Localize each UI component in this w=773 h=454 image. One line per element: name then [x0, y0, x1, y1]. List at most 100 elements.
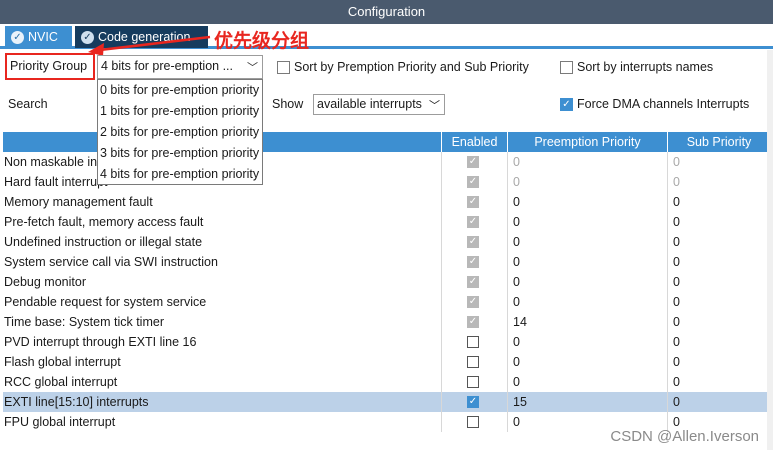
sub-priority[interactable]: 0: [668, 152, 771, 172]
interrupt-name: Undefined instruction or illegal state: [3, 232, 442, 252]
preemption-priority[interactable]: 0: [508, 232, 668, 252]
interrupt-name: Memory management fault: [3, 192, 442, 212]
search-label: Search: [8, 97, 48, 111]
tab-code-generation[interactable]: ✓ Code generation: [75, 26, 208, 48]
enabled-checkbox[interactable]: ✓: [467, 276, 479, 288]
chevron-down-icon: ﹀: [429, 100, 440, 112]
preemption-priority[interactable]: 0: [508, 332, 668, 352]
enabled-checkbox[interactable]: ✓: [467, 236, 479, 248]
interrupt-name: FPU global interrupt: [3, 412, 442, 432]
enabled-checkbox[interactable]: ✓: [467, 316, 479, 328]
sub-priority[interactable]: 0: [668, 272, 771, 292]
force-dma-label: Force DMA channels Interrupts: [577, 97, 750, 111]
scrollbar[interactable]: [767, 50, 773, 450]
show-select[interactable]: available interrupts ﹀: [313, 94, 445, 115]
sub-priority[interactable]: 0: [668, 232, 771, 252]
enabled-cell: ✓: [442, 152, 508, 172]
sub-priority[interactable]: 0: [668, 352, 771, 372]
dropdown-option[interactable]: 3 bits for pre-emption priority: [98, 143, 262, 164]
preemption-priority[interactable]: 0: [508, 152, 668, 172]
preemption-priority[interactable]: 0: [508, 212, 668, 232]
enabled-checkbox[interactable]: [467, 356, 479, 368]
sort-premption-label: Sort by Premption Priority and Sub Prior…: [294, 60, 529, 74]
header-enabled[interactable]: Enabled: [442, 132, 508, 152]
tab-label: NVIC: [28, 30, 58, 44]
tab-strip: ✓ NVIC ✓ Code generation: [0, 24, 773, 49]
enabled-checkbox[interactable]: ✓: [467, 396, 479, 408]
enabled-cell: ✓: [442, 232, 508, 252]
interrupt-name: System service call via SWI instruction: [3, 252, 442, 272]
dropdown-option[interactable]: 0 bits for pre-emption priority: [98, 80, 262, 101]
preemption-priority[interactable]: 0: [508, 352, 668, 372]
sub-priority[interactable]: 0: [668, 312, 771, 332]
table-row[interactable]: RCC global interrupt 0 0: [3, 372, 771, 392]
sub-priority[interactable]: 0: [668, 172, 771, 192]
preemption-priority[interactable]: 14: [508, 312, 668, 332]
header-sub-priority[interactable]: Sub Priority: [668, 132, 771, 152]
table-row[interactable]: System service call via SWI instruction ✓…: [3, 252, 771, 272]
show-label: Show: [272, 97, 304, 111]
preemption-priority[interactable]: 0: [508, 252, 668, 272]
annotation-text: 优先级分组: [214, 30, 310, 52]
table-row[interactable]: Flash global interrupt 0 0: [3, 352, 771, 372]
tab-nvic[interactable]: ✓ NVIC: [5, 26, 72, 48]
sub-priority[interactable]: 0: [668, 212, 771, 232]
interrupt-name: Time base: System tick timer: [3, 312, 442, 332]
enabled-cell: ✓: [442, 272, 508, 292]
interrupt-name: EXTI line[15:10] interrupts: [3, 392, 442, 412]
preemption-priority[interactable]: 0: [508, 272, 668, 292]
header-preemption[interactable]: Preemption Priority: [508, 132, 668, 152]
dropdown-option[interactable]: 1 bits for pre-emption priority: [98, 101, 262, 122]
enabled-cell: [442, 352, 508, 372]
enabled-cell: ✓: [442, 172, 508, 192]
preemption-priority[interactable]: 0: [508, 292, 668, 312]
enabled-checkbox[interactable]: ✓: [467, 196, 479, 208]
interrupt-name: Pre-fetch fault, memory access fault: [3, 212, 442, 232]
sort-premption-checkbox[interactable]: [277, 61, 290, 74]
sub-priority[interactable]: 0: [668, 292, 771, 312]
sub-priority[interactable]: 0: [668, 252, 771, 272]
sub-priority[interactable]: 0: [668, 192, 771, 212]
enabled-cell: ✓: [442, 192, 508, 212]
interrupt-name: Debug monitor: [3, 272, 442, 292]
enabled-checkbox[interactable]: ✓: [467, 216, 479, 228]
preemption-priority[interactable]: 0: [508, 192, 668, 212]
table-row[interactable]: Pre-fetch fault, memory access fault ✓ 0 0: [3, 212, 771, 232]
preemption-priority[interactable]: 0: [508, 372, 668, 392]
preemption-priority[interactable]: 15: [508, 392, 668, 412]
priority-group-value: 4 bits for pre-emption ...: [101, 59, 234, 73]
sub-priority[interactable]: 0: [668, 332, 771, 352]
force-dma-checkbox[interactable]: ✓: [560, 98, 573, 111]
enabled-checkbox[interactable]: ✓: [467, 176, 479, 188]
enabled-checkbox[interactable]: ✓: [467, 156, 479, 168]
enabled-checkbox[interactable]: [467, 336, 479, 348]
interrupt-name: RCC global interrupt: [3, 372, 442, 392]
table-row[interactable]: EXTI line[15:10] interrupts ✓ 15 0: [3, 392, 771, 412]
dropdown-option[interactable]: 2 bits for pre-emption priority: [98, 122, 262, 143]
interrupt-name: PVD interrupt through EXTI line 16: [3, 332, 442, 352]
window-title: Configuration: [0, 0, 773, 24]
table-row[interactable]: Memory management fault ✓ 0 0: [3, 192, 771, 212]
enabled-cell: ✓: [442, 252, 508, 272]
enabled-checkbox[interactable]: ✓: [467, 296, 479, 308]
check-circle-icon: ✓: [81, 30, 94, 44]
table-row[interactable]: Debug monitor ✓ 0 0: [3, 272, 771, 292]
enabled-cell: ✓: [442, 312, 508, 332]
sub-priority[interactable]: 0: [668, 392, 771, 412]
table-row[interactable]: Time base: System tick timer ✓ 14 0: [3, 312, 771, 332]
table-row[interactable]: Pendable request for system service ✓ 0 0: [3, 292, 771, 312]
enabled-checkbox[interactable]: [467, 416, 479, 428]
table-row[interactable]: PVD interrupt through EXTI line 16 0 0: [3, 332, 771, 352]
priority-group-select[interactable]: 4 bits for pre-emption ... ﹀: [97, 55, 263, 79]
enabled-cell: ✓: [442, 392, 508, 412]
interrupt-name: Flash global interrupt: [3, 352, 442, 372]
sub-priority[interactable]: 0: [668, 372, 771, 392]
table-row[interactable]: Undefined instruction or illegal state ✓ 0…: [3, 232, 771, 252]
dropdown-option[interactable]: 4 bits for pre-emption priority: [98, 164, 262, 184]
tab-label: Code generation: [98, 30, 191, 44]
chevron-down-icon: ﹀: [247, 62, 258, 74]
enabled-checkbox[interactable]: [467, 376, 479, 388]
preemption-priority[interactable]: 0: [508, 172, 668, 192]
sort-names-checkbox[interactable]: [560, 61, 573, 74]
enabled-checkbox[interactable]: ✓: [467, 256, 479, 268]
